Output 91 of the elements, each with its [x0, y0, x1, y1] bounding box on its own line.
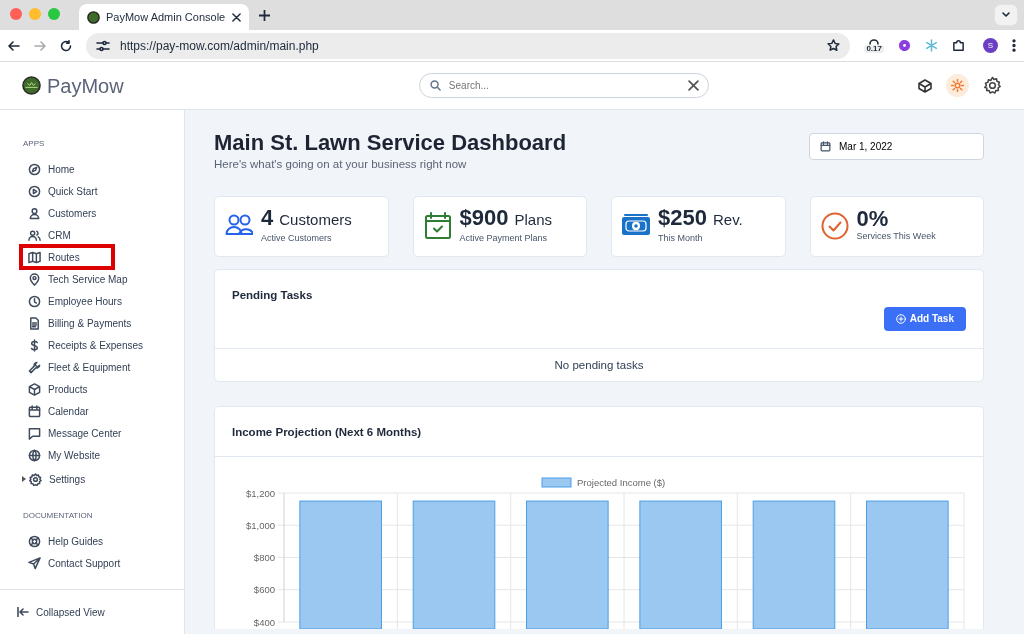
sidebar-item[interactable]: Employee Hours [0, 290, 184, 312]
sidebar-item[interactable]: Message Center [0, 422, 184, 444]
document-icon [28, 316, 41, 330]
play-icon [28, 184, 41, 198]
globe-icon [28, 448, 41, 462]
location-pin-icon [28, 272, 41, 286]
clock-icon [28, 294, 41, 308]
card-title: Income Projection (Next 6 Months) [232, 426, 422, 439]
close-icon[interactable] [232, 12, 241, 22]
paper-plane-icon [28, 556, 41, 570]
tab-title: PayMow Admin Console [106, 9, 226, 25]
y-axis-label: $1,000 [245, 519, 275, 531]
y-axis-label: $400 [253, 616, 275, 628]
lifebuoy-icon [28, 534, 41, 548]
calendar-icon [820, 141, 831, 152]
gauge-icon [869, 38, 880, 45]
close-icon[interactable] [687, 80, 699, 91]
sidebar-item[interactable]: Routes [21, 246, 113, 268]
sidebar-item[interactable]: Home [0, 158, 184, 180]
add-task-button[interactable]: Add Task [883, 306, 966, 331]
collapsed-view-button[interactable]: Collapsed View [0, 589, 184, 634]
stat-unit: Rev. [712, 210, 743, 231]
new-tab-icon[interactable] [259, 9, 270, 21]
people-icon [28, 228, 41, 242]
theme-toggle-button[interactable] [946, 74, 969, 97]
sidebar-item[interactable]: Settings [0, 468, 184, 490]
y-axis-label: $800 [253, 551, 275, 563]
stat-caption: Services This Week [856, 230, 936, 244]
stat-caption: Active Customers [261, 231, 333, 245]
sidebar-item[interactable]: My Website [0, 444, 184, 466]
stat-caption: This Month [658, 231, 704, 245]
empty-message: No pending tasks [554, 358, 644, 371]
logo-icon [22, 76, 41, 95]
stat-caption: Active Payment Plans [459, 231, 549, 245]
sidebar-item[interactable]: Calendar [0, 400, 184, 422]
browser-tab[interactable]: PayMow Admin Console [79, 4, 249, 30]
box-icon [28, 382, 41, 396]
stat-unit: Plans [514, 210, 552, 231]
sidebar-item[interactable]: Fleet & Equipment [0, 356, 184, 378]
back-icon[interactable] [8, 39, 20, 52]
extensions-icon[interactable] [952, 39, 965, 52]
map-icon [28, 250, 41, 264]
person-icon [28, 206, 41, 220]
sidebar-item[interactable]: Receipts & Expenses [0, 334, 184, 356]
star-icon[interactable] [827, 39, 841, 52]
brand-name: PayMow [47, 73, 124, 99]
cube-icon[interactable] [918, 78, 932, 93]
collapse-icon [17, 607, 29, 617]
stat-value: $250 [658, 207, 707, 230]
reload-icon[interactable] [60, 39, 72, 52]
card-title: Pending Tasks [232, 287, 313, 303]
compass-icon [28, 162, 41, 176]
settings-icon [29, 472, 42, 486]
dollar-icon [28, 338, 41, 352]
sidebar-section-heading: DOCUMENTATION [22, 510, 94, 522]
date-picker[interactable]: Mar 1, 2022 [809, 133, 984, 160]
sidebar-item[interactable]: CRM [0, 224, 184, 246]
sidebar-item[interactable]: Help Guides [0, 530, 184, 552]
search-field[interactable]: Search... [418, 73, 709, 98]
profile-avatar[interactable]: S [983, 38, 998, 53]
cog-icon[interactable] [898, 39, 911, 52]
legend-swatch [541, 477, 572, 488]
plus-circle-icon [895, 313, 906, 324]
sidebar-item[interactable]: Quick Start [0, 180, 184, 202]
sun-icon [951, 79, 964, 92]
more-icon[interactable] [1012, 39, 1016, 52]
sidebar-item[interactable]: Billing & Payments [0, 312, 184, 334]
calendar-icon [28, 404, 41, 418]
stat-value: $900 [459, 207, 509, 230]
y-axis-label: $1,200 [245, 487, 275, 499]
y-axis-label: $600 [253, 584, 275, 596]
site-settings-icon [96, 39, 110, 52]
settings-icon[interactable] [983, 76, 1002, 95]
stat-value: 4 [261, 207, 274, 230]
logo-icon [87, 10, 100, 24]
tab-list-icon[interactable] [994, 4, 1018, 26]
legend-label: Projected Income ($) [577, 476, 666, 488]
caret-icon[interactable] [22, 476, 26, 482]
stat-value: 0% [856, 208, 889, 231]
address-bar[interactable]: https://pay-mow.com/admin/main.php [86, 32, 851, 59]
chat-bubble-icon [28, 426, 41, 440]
stat-unit: Customers [279, 210, 352, 231]
sidebar-section-heading: APPS [22, 138, 46, 150]
page-subtitle: Here's what's going on at your business right now [214, 157, 468, 173]
sidebar-item[interactable]: Contact Support [0, 552, 184, 574]
page-title: Main St. Lawn Service Dashboard [214, 130, 567, 157]
sidebar-item[interactable]: Tech Service Map [0, 268, 184, 290]
wrench-icon [28, 360, 41, 374]
sidebar-item[interactable]: Customers [0, 202, 184, 224]
sidebar-item[interactable]: Products [0, 378, 184, 400]
search-icon [429, 80, 441, 91]
